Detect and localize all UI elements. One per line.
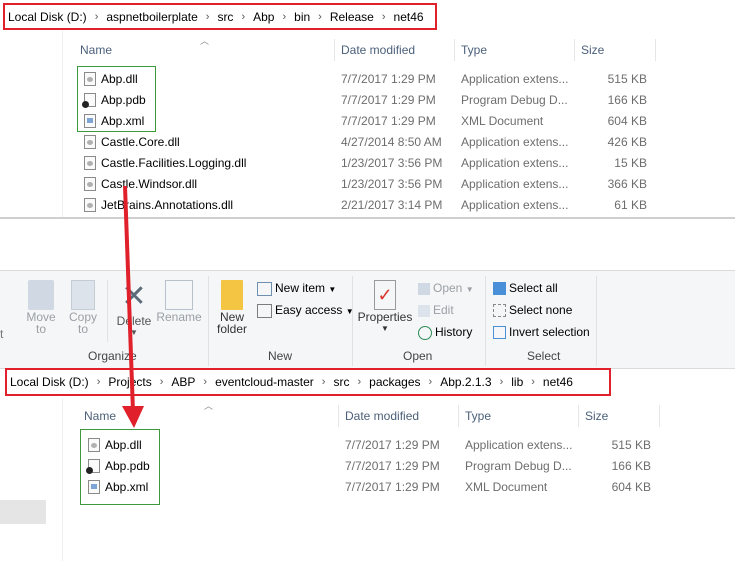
arrow-line (123, 185, 135, 413)
copy-arrow-annotation (122, 185, 144, 428)
arrow-head (122, 406, 144, 428)
